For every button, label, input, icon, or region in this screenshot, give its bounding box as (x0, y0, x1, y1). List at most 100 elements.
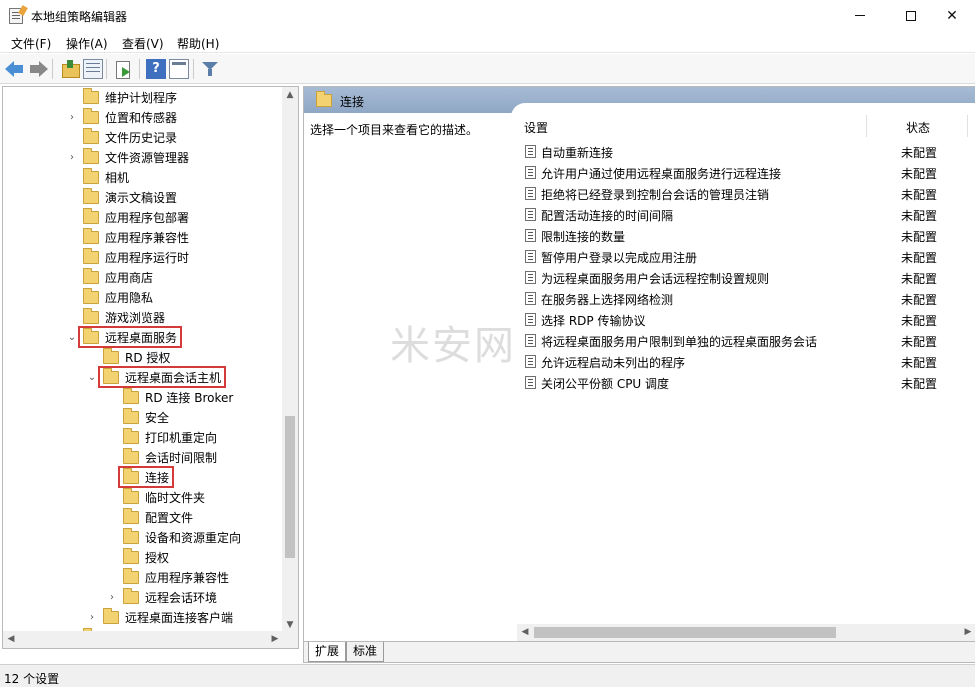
tree-scroll-thumb[interactable] (285, 416, 295, 558)
setting-state: 未配置 (901, 188, 938, 202)
tree-node[interactable]: 应用隐私 (67, 287, 153, 307)
setting-state: 未配置 (901, 230, 938, 244)
help-icon[interactable]: ? (146, 59, 166, 79)
properties-icon[interactable] (169, 59, 189, 79)
minimize-button[interactable] (837, 0, 883, 31)
table-row[interactable]: 拒绝将已经登录到控制台会话的管理员注销 未配置 (511, 183, 975, 204)
tree-node[interactable]: 临时文件夹 (107, 487, 205, 507)
expand-icon[interactable]: › (107, 587, 117, 607)
minimize-icon (855, 15, 865, 16)
export-list-icon[interactable] (113, 59, 133, 79)
folder-icon (83, 167, 99, 184)
table-row[interactable]: 配置活动连接的时间间隔 未配置 (511, 204, 975, 225)
toolbar-separator (139, 59, 140, 79)
collapse-icon[interactable]: ⌄ (87, 367, 97, 387)
setting-state: 未配置 (901, 377, 938, 391)
scroll-left-icon[interactable]: ◀ (517, 624, 533, 641)
tree-node[interactable]: 维护计划程序 (67, 87, 177, 107)
policy-setting-icon (525, 355, 536, 368)
expand-icon[interactable]: › (67, 147, 77, 167)
tree-node-label: 文件资源管理器 (105, 150, 190, 165)
setting-name: 将远程桌面服务用户限制到单独的远程桌面服务会话 (541, 335, 818, 349)
tree-node[interactable]: 游戏浏览器 (67, 307, 165, 327)
tree-node[interactable]: 相机 (67, 167, 129, 187)
column-divider[interactable] (866, 115, 867, 137)
filter-icon[interactable] (200, 59, 220, 79)
tree-node[interactable]: 配置文件 (107, 507, 193, 527)
folder-icon (83, 107, 99, 124)
column-header-setting[interactable]: 设置 (524, 119, 548, 136)
policy-setting-icon (525, 250, 536, 263)
tree-node[interactable]: 应用程序运行时 (67, 247, 189, 267)
toolbar: ? (0, 54, 975, 84)
tree-node[interactable]: 演示文稿设置 (67, 187, 177, 207)
table-row[interactable]: 限制连接的数量 未配置 (511, 225, 975, 246)
toolbar-separator (52, 59, 53, 79)
folder-icon (83, 147, 99, 164)
close-button[interactable]: ✕ (929, 0, 975, 31)
folder-up-icon[interactable] (60, 59, 80, 79)
tree-node[interactable]: 授权 (107, 547, 169, 567)
tree-node[interactable]: › 位置和传感器 (67, 107, 177, 127)
tree-node[interactable]: 应用程序兼容性 (67, 227, 189, 247)
table-row[interactable]: 选择 RDP 传输协议 未配置 (511, 309, 975, 330)
tree-node-label: 文件历史记录 (105, 130, 178, 145)
menu-help[interactable]: 帮助(H) (177, 35, 219, 52)
tree-node[interactable]: 文件历史记录 (67, 127, 177, 147)
tree-vertical-scrollbar[interactable]: ▲ ▼ (282, 87, 298, 633)
scroll-right-icon[interactable]: ▶ (960, 624, 975, 641)
table-row[interactable]: 暂停用户登录以完成应用注册 未配置 (511, 246, 975, 267)
tree-node[interactable]: › 远程会话环境 (107, 587, 217, 607)
tree-node[interactable]: 应用程序兼容性 (107, 567, 229, 587)
tree-node[interactable]: › 远程桌面连接客户端 (87, 607, 233, 627)
back-arrow-icon[interactable] (5, 59, 26, 79)
table-row[interactable]: 在服务器上选择网络检测 未配置 (511, 288, 975, 309)
policy-setting-icon (525, 166, 536, 179)
table-row[interactable]: 自动重新连接 未配置 (511, 141, 975, 162)
forward-arrow-icon[interactable] (28, 59, 48, 79)
tree-node[interactable]: 会话时间限制 (107, 447, 217, 467)
menu-view[interactable]: 查看(V) (122, 35, 164, 52)
setting-state: 未配置 (901, 146, 938, 160)
tree-node[interactable]: 设备和资源重定向 (107, 527, 241, 547)
maximize-button[interactable] (888, 0, 934, 31)
tree-horizontal-scrollbar[interactable]: ◀ ▶ (3, 631, 298, 648)
setting-name: 配置活动连接的时间间隔 (541, 209, 674, 223)
collapse-icon[interactable]: ⌄ (67, 327, 77, 347)
table-row[interactable]: 为远程桌面服务用户会话远程控制设置规则 未配置 (511, 267, 975, 288)
menu-action[interactable]: 操作(A) (66, 35, 108, 52)
expand-icon[interactable]: › (87, 607, 97, 627)
scroll-right-icon[interactable]: ▶ (267, 631, 283, 648)
tree-list: 维护计划程序 › 位置和传感器文件历史记录 › 文件资源管理器相机 演示文稿设置 应用程序包… (3, 87, 284, 648)
details-pane: 连接 选择一个项目来查看它的描述。 设置 状态 自动重新连接 未配置 允许用户通过使… (303, 86, 975, 663)
tree-node[interactable]: 打印机重定向 (107, 427, 217, 447)
table-row[interactable]: 允许远程启动未列出的程序 未配置 (511, 351, 975, 372)
table-row[interactable]: 关闭公平份额 CPU 调度 未配置 (511, 372, 975, 393)
column-divider[interactable] (967, 115, 968, 137)
expand-icon[interactable]: › (67, 107, 77, 127)
list-scroll-thumb[interactable] (534, 627, 836, 638)
folder-icon (83, 187, 99, 204)
tree-node[interactable]: 应用商店 (67, 267, 153, 287)
folder-icon (123, 547, 139, 564)
scroll-up-icon[interactable]: ▲ (282, 87, 298, 103)
setting-state: 未配置 (901, 335, 938, 349)
tree-node[interactable]: 应用程序包部署 (67, 207, 189, 227)
tree-node[interactable]: › 文件资源管理器 (67, 147, 189, 167)
tree-node-label: 设备和资源重定向 (145, 530, 242, 545)
table-row[interactable]: 允许用户通过使用远程桌面服务进行远程连接 未配置 (511, 162, 975, 183)
show-hide-tree-icon[interactable] (83, 59, 103, 79)
list-horizontal-scrollbar[interactable]: ◀ ▶ (517, 624, 975, 641)
tab-extended[interactable]: 扩展 (308, 642, 347, 662)
scroll-left-icon[interactable]: ◀ (3, 631, 19, 648)
tab-standard[interactable]: 标准 (346, 642, 385, 662)
tree-node[interactable]: RD 连接 Broker (107, 387, 233, 407)
menu-file[interactable]: 文件(F) (11, 35, 51, 52)
table-row[interactable]: 将远程桌面服务用户限制到单独的远程桌面服务会话 未配置 (511, 330, 975, 351)
column-header-state[interactable]: 状态 (906, 119, 930, 136)
tree-node[interactable]: RD 授权 (87, 347, 170, 367)
tree-node[interactable]: 安全 (107, 407, 169, 427)
